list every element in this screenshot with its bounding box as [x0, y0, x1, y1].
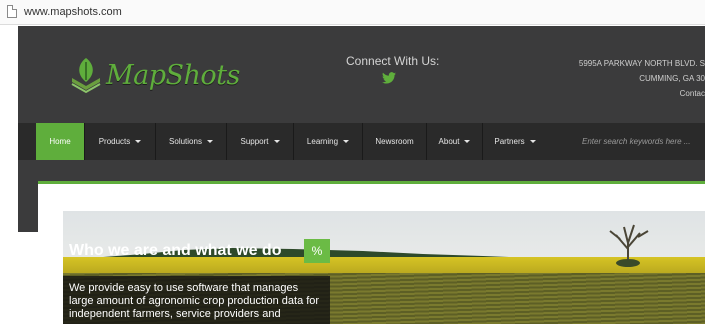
- browser-address-bar[interactable]: www.mapshots.com: [0, 0, 705, 25]
- address-line-1: 5995A PARKWAY NORTH BLVD. S: [578, 59, 705, 68]
- logo-leaf-icon: [71, 58, 101, 94]
- nav-home-label: Home: [49, 137, 71, 146]
- contact-link[interactable]: Contac: [579, 86, 705, 101]
- caret-down-icon: [464, 140, 471, 144]
- logo-text: MapShots: [106, 60, 240, 91]
- accent-divider: [38, 181, 705, 184]
- nav-learning-label: Learning: [306, 137, 339, 146]
- caret-down-icon: [343, 140, 350, 144]
- nav-newsroom[interactable]: Newsroom: [363, 123, 427, 160]
- search-input[interactable]: [542, 123, 705, 160]
- connect-label: Connect With Us:: [346, 54, 440, 68]
- page-icon: [7, 5, 17, 18]
- nav-solutions-label: Solutions: [169, 137, 202, 146]
- contact-info: 5995A PARKWAY NORTH BLVD. S CUMMING, GA …: [579, 56, 705, 101]
- address-line-2: CUMMING, GA 30: [639, 74, 705, 83]
- section-title: Who we are and what we do: [69, 242, 282, 259]
- url-text[interactable]: www.mapshots.com: [24, 5, 122, 19]
- nav-products[interactable]: Products: [85, 123, 156, 160]
- nav-newsroom-label: Newsroom: [375, 137, 414, 146]
- caret-down-icon: [273, 140, 280, 144]
- caret-down-icon: [206, 140, 213, 144]
- link-icon[interactable]: %: [304, 239, 330, 263]
- caret-down-icon: [135, 140, 142, 144]
- caret-down-icon: [529, 140, 536, 144]
- nav-about[interactable]: About: [427, 123, 483, 160]
- nav-learning[interactable]: Learning: [294, 123, 363, 160]
- nav-support[interactable]: Support: [227, 123, 294, 160]
- nav-solutions[interactable]: Solutions: [156, 123, 227, 160]
- tree-graphic: [609, 224, 649, 267]
- twitter-icon[interactable]: [382, 72, 396, 84]
- nav-partners-label: Partners: [494, 137, 525, 146]
- nav-about-label: About: [438, 137, 460, 146]
- nav-home[interactable]: Home: [36, 123, 85, 160]
- nav-products-label: Products: [98, 137, 131, 146]
- nav-support-label: Support: [240, 137, 269, 146]
- nav-partners[interactable]: Partners: [483, 123, 548, 160]
- section-description: We provide easy to use software that man…: [63, 276, 330, 324]
